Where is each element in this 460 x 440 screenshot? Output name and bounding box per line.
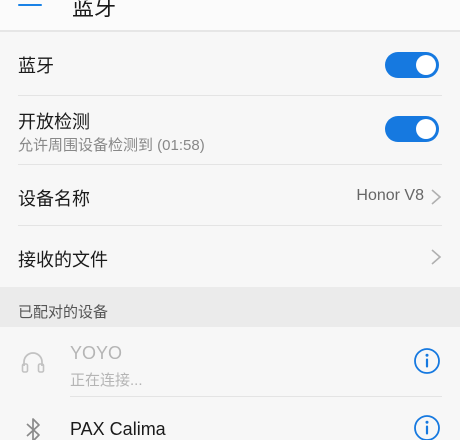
device-name-row[interactable]: 设备名称 Honor V8 [0, 165, 460, 225]
app-header: 蓝牙 [0, 0, 460, 32]
info-icon[interactable] [413, 414, 441, 440]
device-status: 正在连接... [70, 372, 143, 389]
received-files-row[interactable]: 接收的文件 [0, 226, 460, 286]
bluetooth-toggle-row[interactable]: 蓝牙 [0, 34, 460, 96]
bluetooth-toggle[interactable] [385, 52, 439, 78]
chevron-right-icon [431, 189, 442, 205]
discovery-sublabel: 允许周围设备检测到 (01:58) [18, 137, 205, 154]
discovery-toggle[interactable] [385, 116, 439, 142]
toggle-knob [416, 119, 436, 139]
device-name: PAX Calima [70, 419, 166, 439]
menu-icon[interactable] [18, 0, 46, 13]
page-title: 蓝牙 [72, 0, 117, 20]
bluetooth-icon [26, 418, 40, 440]
paired-device-row[interactable]: PAX Calima [0, 397, 460, 440]
chevron-right-icon [431, 249, 442, 265]
section-title: 已配对的设备 [18, 304, 109, 321]
discovery-label: 开放检测 [18, 112, 90, 132]
toggle-knob [416, 55, 436, 75]
device-name-label: 设备名称 [18, 189, 90, 209]
device-name-value: Honor V8 [356, 187, 424, 204]
received-files-label: 接收的文件 [18, 250, 108, 270]
info-icon[interactable] [413, 347, 441, 375]
bluetooth-settings-screen: 蓝牙 蓝牙 开放检测 允许周围设备检测到 (01:58) 设备名称 Honor … [0, 0, 460, 440]
paired-devices-section-header: 已配对的设备 [0, 287, 460, 327]
discovery-toggle-row[interactable]: 开放检测 允许周围设备检测到 (01:58) [0, 96, 460, 164]
device-name: YOYO [70, 343, 123, 363]
bluetooth-label: 蓝牙 [18, 56, 54, 76]
headset-icon [21, 352, 45, 373]
paired-device-row[interactable]: YOYO 正在连接... [0, 327, 460, 397]
